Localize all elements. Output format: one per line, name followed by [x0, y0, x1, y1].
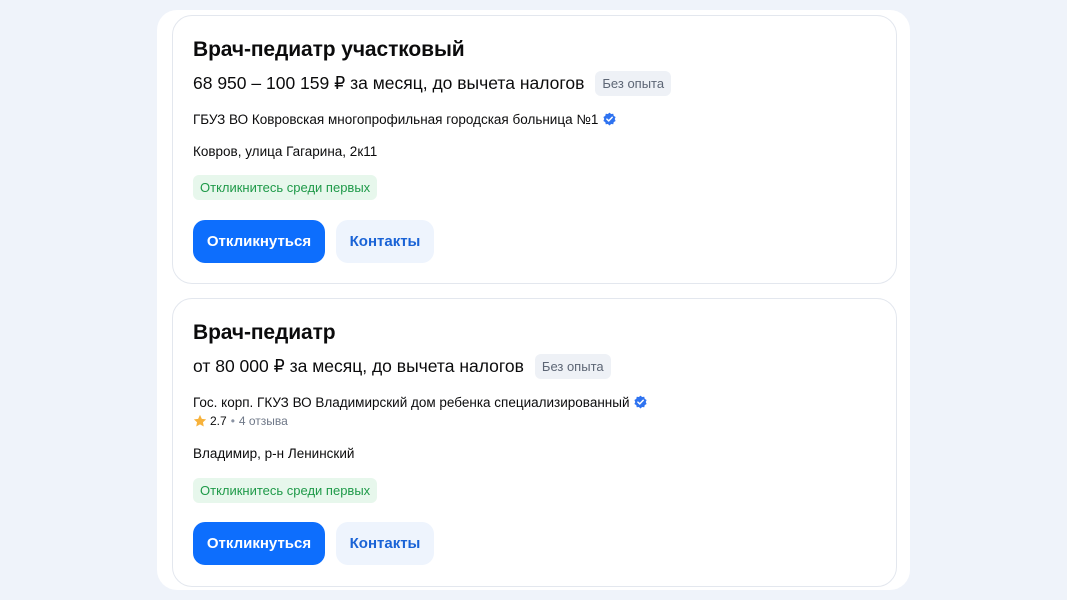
vacancy-salary: 68 950 – 100 159 ₽ за месяц, до вычета н…	[193, 73, 585, 93]
contacts-button[interactable]: Контакты	[336, 220, 434, 263]
verified-check-icon	[633, 395, 648, 410]
apply-button[interactable]: Откликнуться	[193, 522, 325, 565]
experience-badge: Без опыта	[534, 354, 611, 379]
reviews-count[interactable]: 4 отзыва	[239, 414, 288, 428]
separator-dot: •	[230, 414, 235, 428]
verified-check-icon	[602, 112, 617, 127]
vacancy-card[interactable]: Врач-педиатр участковый 68 950 – 100 159…	[172, 15, 897, 284]
vacancy-address: Ковров, улица Гагарина, 2к11	[193, 144, 378, 159]
employer-row: Гос. корп. ГКУЗ ВО Владимирский дом ребе…	[193, 395, 648, 410]
employer-row: ГБУЗ ВО Ковровская многопрофильная город…	[193, 112, 617, 127]
respond-first-badge: Откликнитесь среди первых	[193, 175, 378, 200]
vacancy-list-panel: Врач-педиатр участковый 68 950 – 100 159…	[157, 10, 910, 590]
salary-row: от 80 000 ₽ за месяц, до вычета налогов …	[193, 354, 611, 379]
vacancy-address: Владимир, р-н Ленинский	[193, 446, 355, 461]
experience-badge: Без опыта	[595, 71, 672, 96]
rating-value: 2.7	[210, 414, 227, 428]
employer-name[interactable]: Гос. корп. ГКУЗ ВО Владимирский дом ребе…	[193, 395, 629, 410]
contacts-button[interactable]: Контакты	[336, 522, 434, 565]
employer-rating-row[interactable]: 2.7 • 4 отзыва	[193, 414, 288, 428]
employer-name[interactable]: ГБУЗ ВО Ковровская многопрофильная город…	[193, 112, 598, 127]
star-icon	[193, 414, 207, 428]
vacancy-title[interactable]: Врач-педиатр участковый	[193, 38, 465, 62]
apply-button[interactable]: Откликнуться	[193, 220, 325, 263]
vacancy-salary: от 80 000 ₽ за месяц, до вычета налогов	[193, 356, 524, 376]
vacancy-title[interactable]: Врач-педиатр	[193, 321, 336, 345]
respond-first-badge: Откликнитесь среди первых	[193, 478, 378, 503]
salary-row: 68 950 – 100 159 ₽ за месяц, до вычета н…	[193, 71, 672, 96]
vacancy-card[interactable]: Врач-педиатр от 80 000 ₽ за месяц, до вы…	[172, 298, 897, 587]
